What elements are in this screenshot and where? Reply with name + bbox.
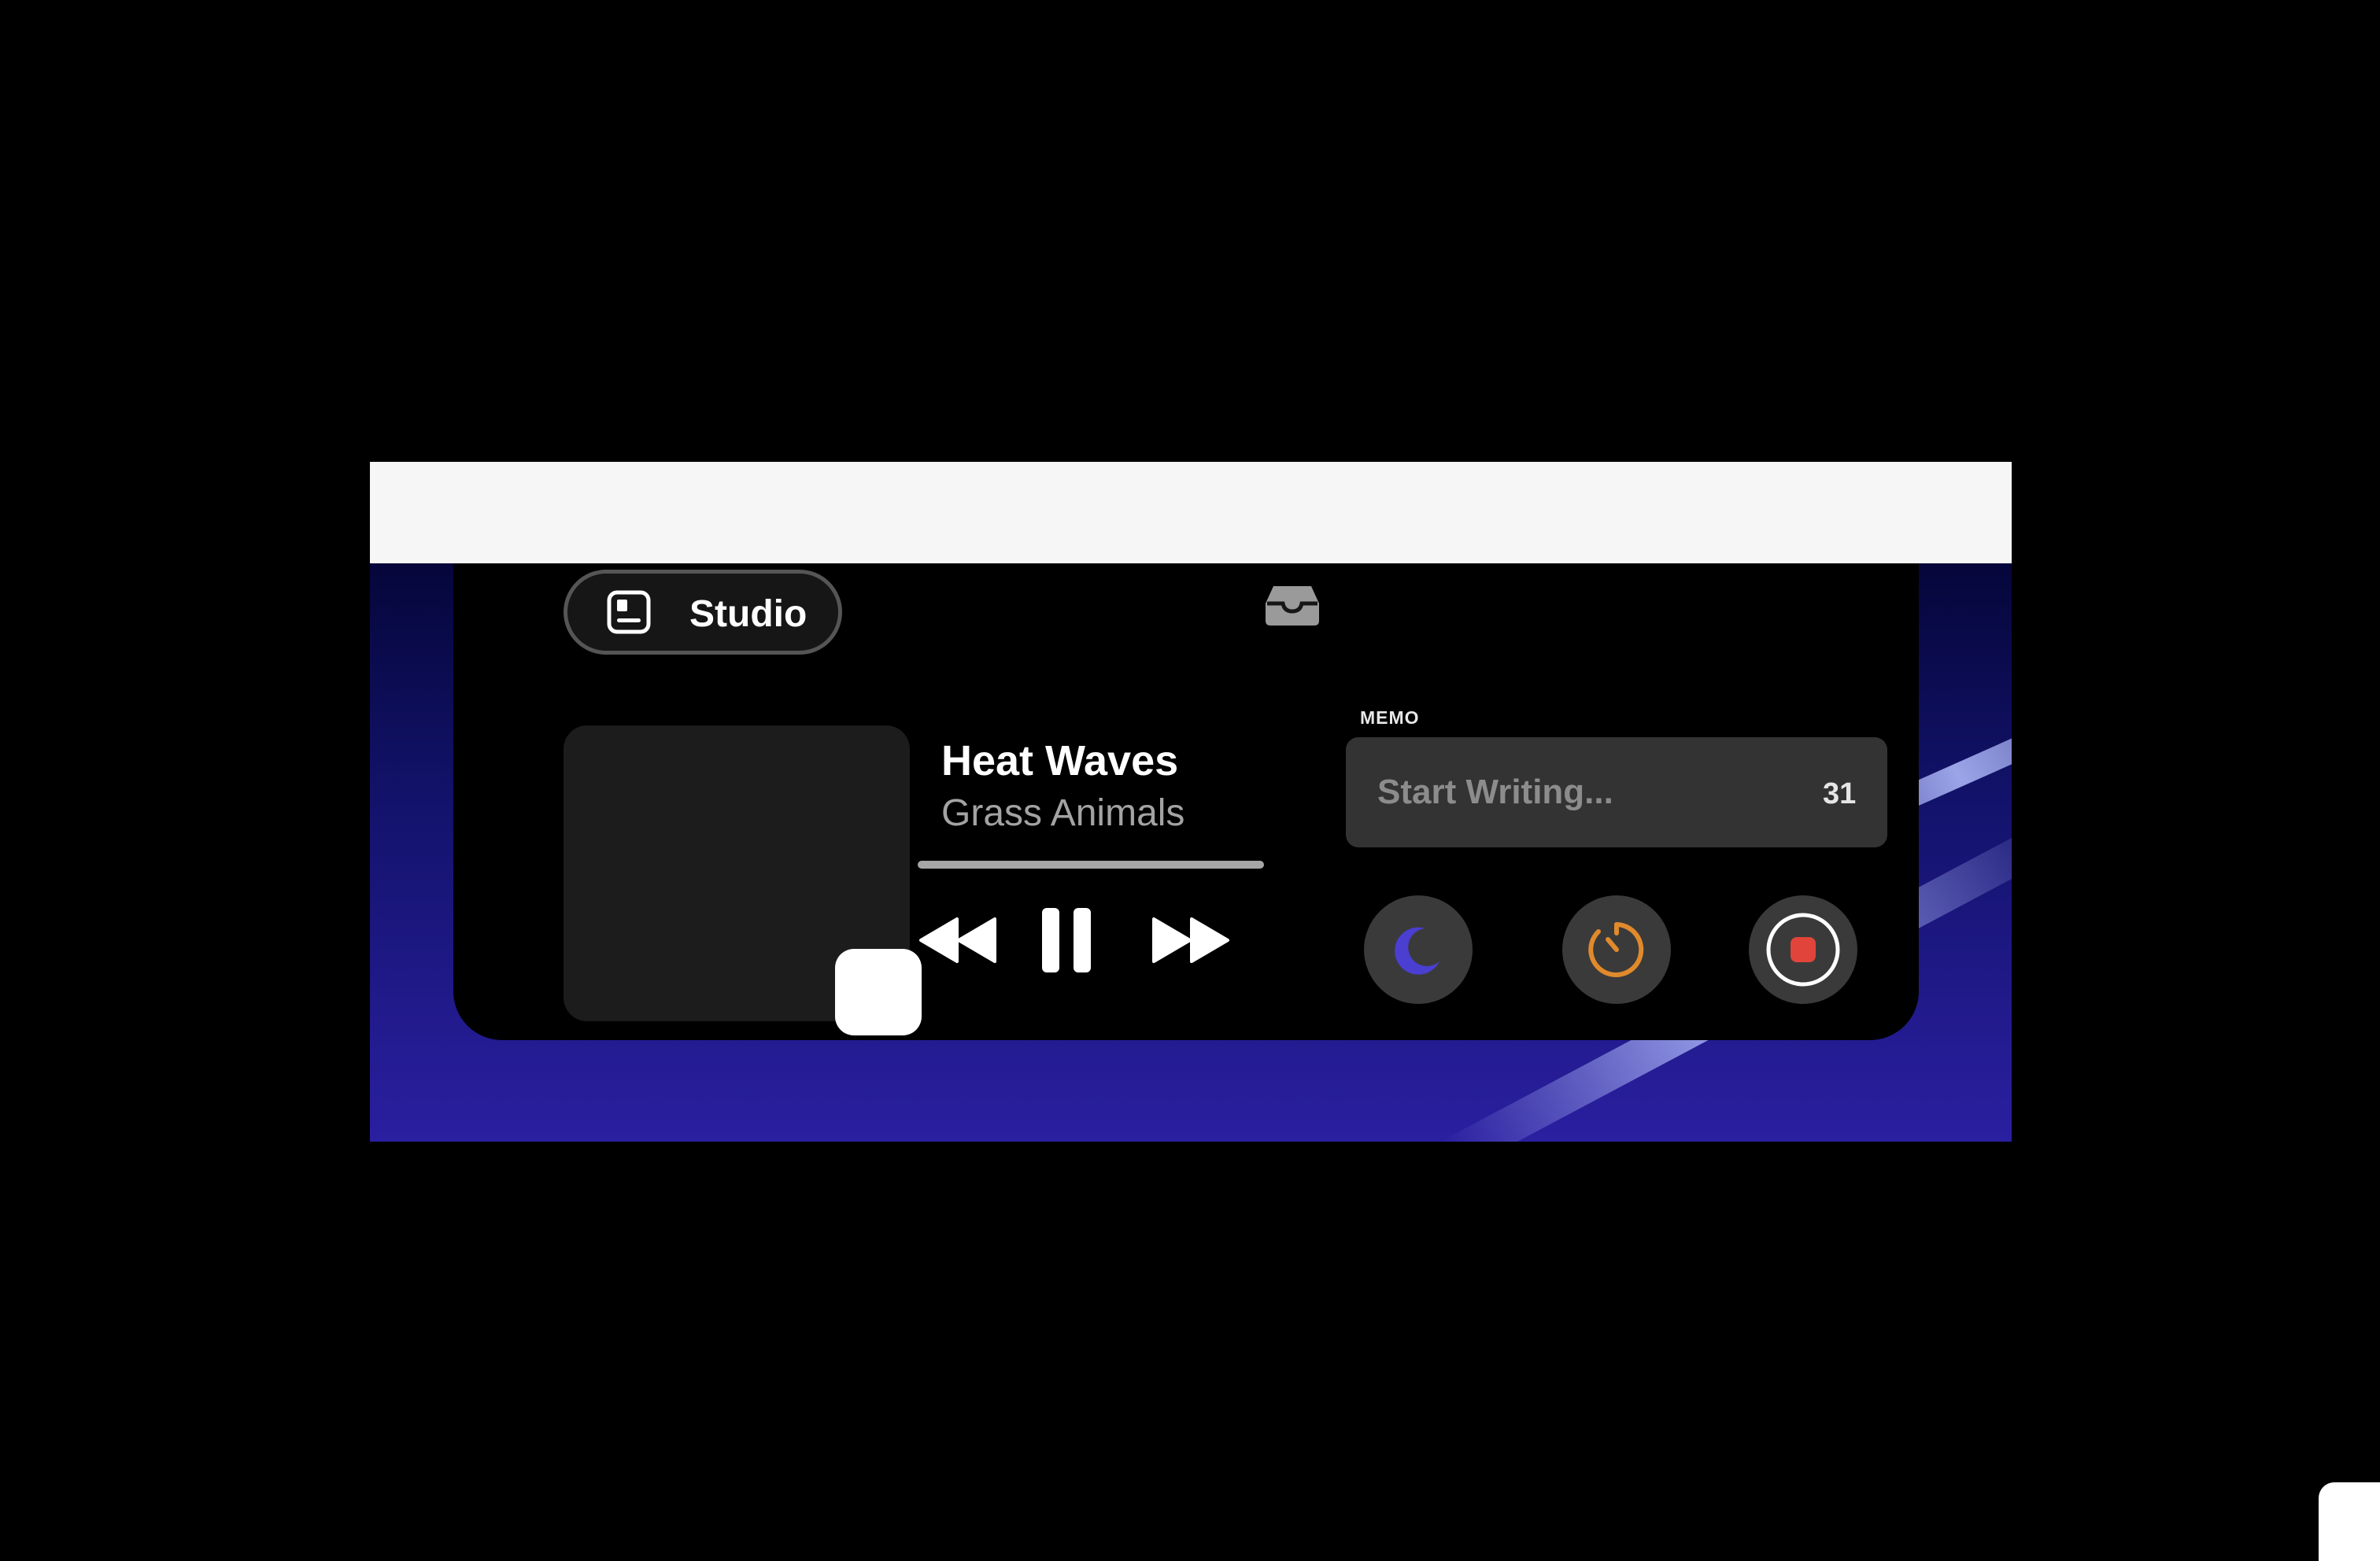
screenshot-frame: Studio Heat Waves Grass Animals MEMO Sta… bbox=[370, 462, 2012, 1142]
record-icon bbox=[1766, 913, 1840, 987]
timer-button[interactable] bbox=[1562, 895, 1671, 1004]
song-artist: Grass Animals bbox=[941, 792, 1185, 834]
screen-record-button[interactable] bbox=[1749, 895, 1857, 1004]
fast-forward-button[interactable] bbox=[1149, 914, 1231, 966]
studio-tab-label: Studio bbox=[689, 593, 808, 635]
playback-progress-bar[interactable] bbox=[918, 861, 1264, 869]
pause-icon bbox=[1042, 908, 1091, 972]
screen: Studio Heat Waves Grass Animals MEMO Sta… bbox=[0, 0, 2380, 1561]
pause-button[interactable] bbox=[1039, 905, 1094, 976]
memo-label: MEMO bbox=[1360, 707, 1420, 728]
song-title: Heat Waves bbox=[941, 737, 1179, 784]
desktop-wallpaper: Studio Heat Waves Grass Animals MEMO Sta… bbox=[370, 563, 2012, 1142]
rewind-button[interactable] bbox=[918, 914, 1000, 966]
widget-panel-icon bbox=[607, 590, 651, 634]
memo-count: 31 bbox=[1823, 777, 1857, 810]
inbox-tray-icon[interactable] bbox=[1262, 580, 1322, 629]
studio-tab[interactable]: Studio bbox=[564, 570, 842, 655]
rewind-icon bbox=[919, 917, 996, 963]
playback-progress-fill bbox=[918, 861, 1264, 869]
moon-icon bbox=[1395, 927, 1439, 975]
corner-widget[interactable] bbox=[2319, 1482, 2380, 1561]
notch-panel: Studio Heat Waves Grass Animals MEMO Sta… bbox=[453, 563, 1919, 1040]
menu-bar bbox=[370, 462, 2012, 563]
timer-icon bbox=[1588, 922, 1644, 977]
music-app-badge[interactable] bbox=[835, 949, 922, 1035]
memo-input[interactable] bbox=[1346, 737, 1887, 847]
focus-mode-button[interactable] bbox=[1364, 895, 1473, 1004]
fast-forward-icon bbox=[1152, 917, 1229, 963]
